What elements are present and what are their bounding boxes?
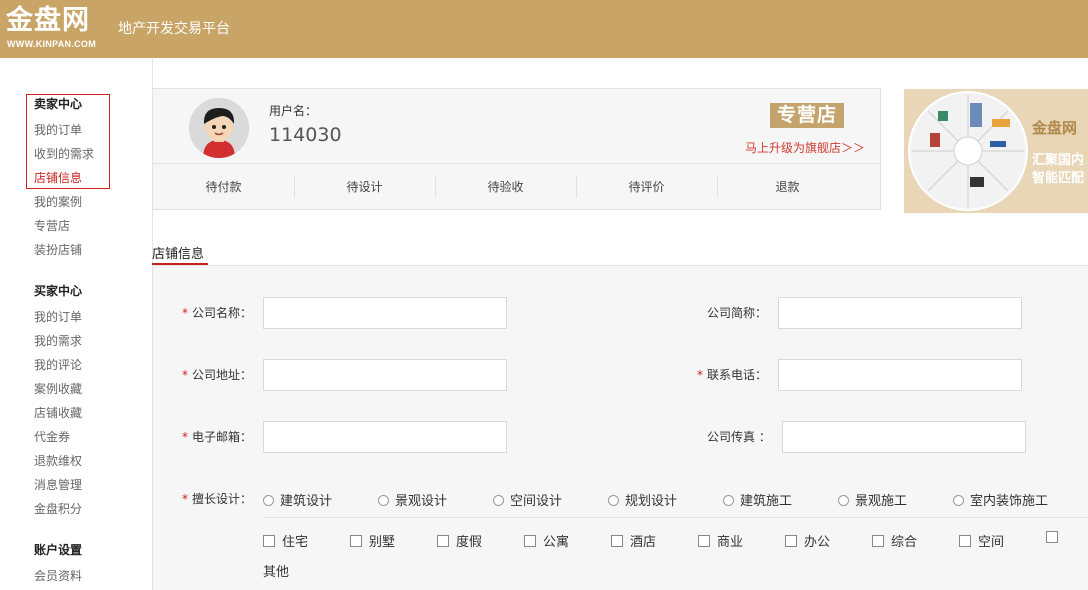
specialty-label: * 擅长设计： bbox=[182, 492, 253, 506]
sidebar-item-received-demands[interactable]: 收到的需求 bbox=[34, 145, 94, 162]
category-other-label: 其他 bbox=[263, 565, 290, 580]
radio-circle[interactable] bbox=[378, 495, 389, 506]
tab-pending-review[interactable]: 待评价 bbox=[576, 164, 717, 210]
checkbox-box[interactable] bbox=[872, 535, 884, 547]
avatar-cartoon-icon bbox=[189, 98, 249, 158]
sidebar-item-points[interactable]: 金盘积分 bbox=[34, 500, 82, 517]
sidebar-item-messages[interactable]: 消息管理 bbox=[34, 476, 82, 493]
phone-input[interactable] bbox=[778, 359, 1022, 391]
specialty-radio[interactable]: 规划设计 bbox=[608, 490, 677, 509]
username-value: 114030 bbox=[269, 124, 342, 146]
checkbox-box[interactable] bbox=[524, 535, 536, 547]
sidebar-nav: 卖家中心 我的订单 收到的需求 店铺信息 我的案例 专营店 装扮店铺 买家中心 … bbox=[0, 58, 153, 590]
fax-input[interactable] bbox=[782, 421, 1026, 453]
email-input[interactable] bbox=[263, 421, 507, 453]
sidebar-item-case-favorites[interactable]: 案例收藏 bbox=[34, 380, 82, 397]
promo-banner[interactable]: 金盘网 汇聚国内 智能匹配 bbox=[904, 89, 1088, 213]
radio-circle[interactable] bbox=[263, 495, 274, 506]
checkbox-box[interactable] bbox=[437, 535, 449, 547]
specialty-radio[interactable]: 建筑施工 bbox=[723, 490, 792, 509]
sidebar-item-franchise-store[interactable]: 专营店 bbox=[34, 217, 70, 234]
checkbox-box[interactable] bbox=[698, 535, 710, 547]
company-address-label: * 公司地址： bbox=[182, 368, 253, 382]
checkbox-box[interactable] bbox=[785, 535, 797, 547]
radio-circle[interactable] bbox=[723, 495, 734, 506]
banner-slogan-2: 智能匹配 bbox=[1032, 171, 1085, 186]
checkbox-box[interactable] bbox=[959, 535, 971, 547]
tab-pending-payment[interactable]: 待付款 bbox=[153, 164, 294, 210]
category-checkbox[interactable]: 酒店 bbox=[611, 531, 656, 550]
user-summary-panel: 用户名： 114030 专营店 马上升级为旗舰店＞＞ 待付款 待设计 待验收 待… bbox=[152, 88, 881, 210]
logo-url: WWW.KINPAN.COM bbox=[7, 39, 97, 49]
top-header: 金盘网 WWW.KINPAN.COM 地产开发交易平台 bbox=[0, 0, 1088, 58]
upgrade-flagship-link[interactable]: 马上升级为旗舰店＞＞ bbox=[745, 139, 865, 156]
row-separator bbox=[263, 517, 1088, 518]
specialty-radio[interactable]: 室内装饰施工 bbox=[953, 490, 1048, 509]
tab-shop-info[interactable]: 店铺信息 bbox=[152, 243, 204, 262]
tab-pending-acceptance[interactable]: 待验收 bbox=[435, 164, 576, 210]
radio-circle[interactable] bbox=[493, 495, 504, 506]
wheel-graphic-icon bbox=[912, 95, 1024, 207]
username-label: 用户名： bbox=[269, 104, 318, 118]
sidebar-item-my-cases[interactable]: 我的案例 bbox=[34, 193, 82, 210]
banner-brand-text: 金盘网 bbox=[1032, 119, 1078, 137]
company-name-label: * 公司名称： bbox=[182, 306, 253, 320]
checkbox-box[interactable] bbox=[611, 535, 623, 547]
checkbox-box[interactable] bbox=[350, 535, 362, 547]
checkbox-box[interactable] bbox=[1046, 531, 1058, 543]
active-tab-underline bbox=[152, 263, 208, 265]
tab-refund[interactable]: 退款 bbox=[717, 164, 858, 210]
specialty-radio[interactable]: 景观设计 bbox=[378, 490, 447, 509]
company-address-input[interactable] bbox=[263, 359, 507, 391]
platform-title: 地产开发交易平台 bbox=[118, 21, 230, 37]
radio-circle[interactable] bbox=[608, 495, 619, 506]
sidebar-item-decorate-shop[interactable]: 装扮店铺 bbox=[34, 241, 82, 258]
fax-label: 公司传真 ： bbox=[707, 430, 771, 444]
category-checkbox[interactable]: 别墅 bbox=[350, 531, 395, 550]
sidebar-item-my-demands[interactable]: 我的需求 bbox=[34, 332, 82, 349]
category-checkbox[interactable]: 度假 bbox=[437, 531, 482, 550]
sidebar-item-my-orders[interactable]: 我的订单 bbox=[34, 121, 82, 138]
radio-circle[interactable] bbox=[953, 495, 964, 506]
category-checkbox[interactable]: 办公 bbox=[785, 531, 830, 550]
category-checkbox[interactable]: 住宅 bbox=[263, 531, 308, 550]
company-short-name-input[interactable] bbox=[778, 297, 1022, 329]
order-status-bar: 待付款 待设计 待验收 待评价 退款 bbox=[153, 163, 880, 209]
franchise-store-badge: 专营店 bbox=[770, 103, 844, 128]
tab-pending-design[interactable]: 待设计 bbox=[294, 164, 435, 210]
sidebar-item-refunds[interactable]: 退款维权 bbox=[34, 452, 82, 469]
checkbox-box[interactable] bbox=[263, 535, 275, 547]
category-checkbox[interactable]: 空间 bbox=[959, 531, 1004, 550]
avatar[interactable] bbox=[189, 98, 249, 158]
logo-text: 金盘网 bbox=[6, 5, 90, 36]
specialty-radio[interactable]: 建筑设计 bbox=[263, 490, 332, 509]
category-checkbox[interactable]: 综合 bbox=[872, 531, 917, 550]
email-label: * 电子邮箱： bbox=[182, 430, 253, 444]
category-checkbox[interactable]: 公寓 bbox=[524, 531, 569, 550]
account-settings-heading: 账户设置 bbox=[34, 543, 83, 557]
sidebar-item-vouchers[interactable]: 代金券 bbox=[34, 428, 70, 445]
specialty-radio[interactable]: 空间设计 bbox=[493, 490, 562, 509]
company-short-name-label: 公司简称： bbox=[707, 306, 768, 320]
specialty-radio[interactable]: 景观施工 bbox=[838, 490, 907, 509]
sidebar-item-shop-favorites[interactable]: 店铺收藏 bbox=[34, 404, 82, 421]
brand-wheel-image bbox=[908, 91, 1028, 211]
seller-center-heading: 卖家中心 bbox=[34, 97, 83, 111]
company-name-input[interactable] bbox=[263, 297, 507, 329]
category-checkbox-other[interactable] bbox=[1046, 531, 1065, 546]
radio-circle[interactable] bbox=[838, 495, 849, 506]
kinpan-logo[interactable]: 金盘网 WWW.KINPAN.COM bbox=[6, 4, 114, 50]
sidebar-item-shop-info[interactable]: 店铺信息 bbox=[34, 169, 82, 186]
sidebar-item-buyer-orders[interactable]: 我的订单 bbox=[34, 308, 82, 325]
sidebar-item-member-profile[interactable]: 会员资料 bbox=[34, 567, 82, 584]
phone-label: * 联系电话： bbox=[697, 368, 768, 382]
category-checkbox[interactable]: 商业 bbox=[698, 531, 743, 550]
sidebar-item-my-reviews[interactable]: 我的评论 bbox=[34, 356, 82, 373]
buyer-center-heading: 买家中心 bbox=[34, 284, 83, 298]
banner-slogan-1: 汇聚国内 bbox=[1032, 153, 1085, 168]
